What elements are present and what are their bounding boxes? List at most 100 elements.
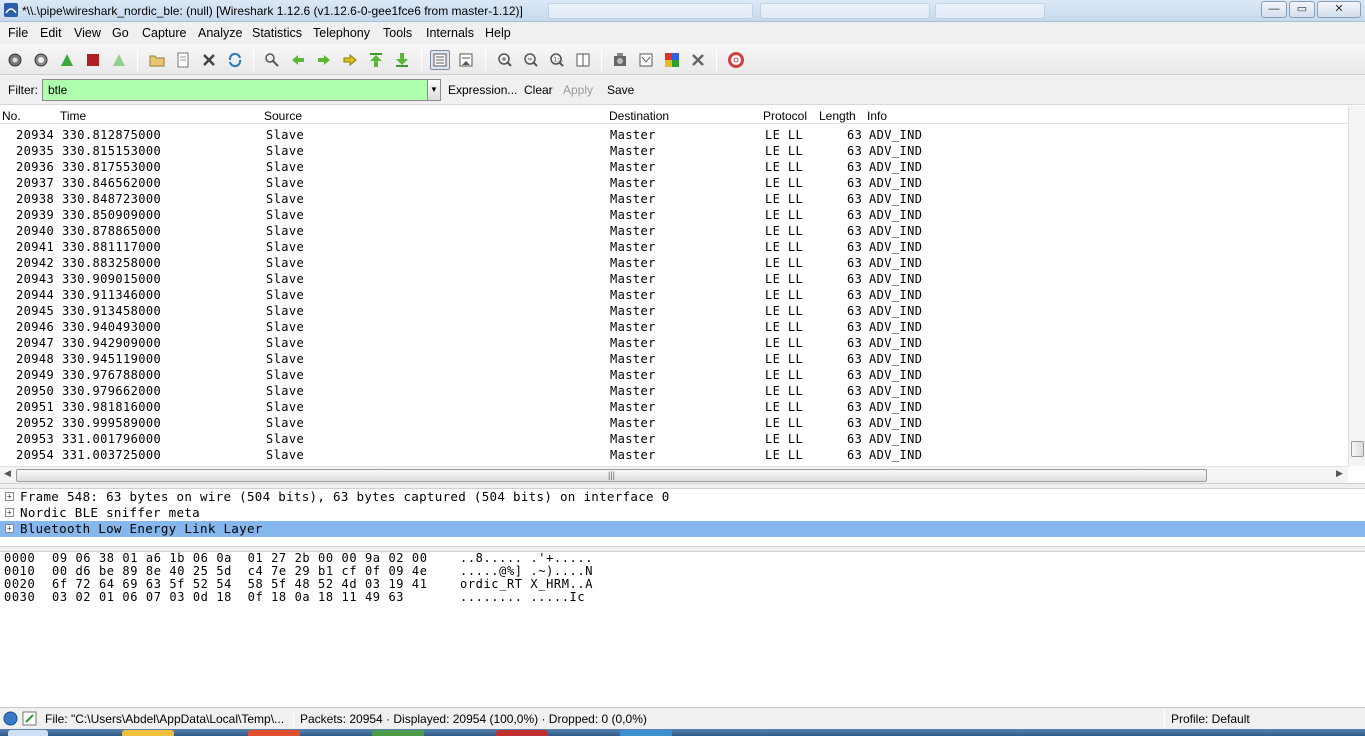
resize-columns-icon[interactable] [573, 50, 593, 70]
packet-row[interactable]: 20954 331.003725000 Slave Master LE LL 63 ADV_… [0, 447, 1348, 463]
display-filters-icon[interactable] [636, 50, 656, 70]
packet-row[interactable]: 20944 330.911346000 Slave Master LE LL 63 ADV_… [0, 287, 1348, 303]
packet-row[interactable]: 20942 330.883258000 Slave Master LE LL 63 ADV_… [0, 255, 1348, 271]
expand-icon[interactable]: + [5, 524, 14, 533]
go-last-icon[interactable] [392, 50, 412, 70]
capture-comment-icon[interactable] [22, 711, 37, 729]
status-profile[interactable]: Profile: Default [1171, 712, 1250, 726]
filter-input[interactable]: btle [42, 79, 428, 101]
menu-statistics[interactable]: Statistics [252, 26, 302, 40]
scrollbar-thumb[interactable] [1351, 441, 1364, 457]
start-button[interactable] [8, 730, 48, 736]
menu-internals[interactable]: Internals [426, 26, 474, 40]
scrollbar-thumb[interactable]: ||| [16, 469, 1207, 482]
hex-bytes[interactable]: 03 02 01 06 07 03 0d 18 0f 18 0a 18 11 4… [52, 591, 404, 604]
save-filter-button[interactable]: Save [607, 83, 634, 97]
packet-row[interactable]: 20952 330.999589000 Slave Master LE LL 63 ADV_… [0, 415, 1348, 431]
taskbar-item[interactable] [248, 730, 300, 736]
packet-row[interactable]: 20946 330.940493000 Slave Master LE LL 63 ADV_… [0, 319, 1348, 335]
menu-view[interactable]: View [74, 26, 101, 40]
packet-row[interactable]: 20951 330.981816000 Slave Master LE LL 63 ADV_… [0, 399, 1348, 415]
packet-row[interactable]: 20945 330.913458000 Slave Master LE LL 63 ADV_… [0, 303, 1348, 319]
column-header-length[interactable]: Length [819, 109, 856, 123]
hex-offset[interactable]: 0030 [4, 591, 35, 604]
menu-go[interactable]: Go [112, 26, 129, 40]
packet-list-horizontal-scrollbar[interactable]: ◀ ||| ▶ [0, 466, 1348, 483]
column-header-info[interactable]: Info [867, 109, 887, 123]
detail-tree-item[interactable]: + Frame 548: 63 bytes on wire (504 bits),… [0, 489, 1365, 505]
detail-tree-item[interactable]: + Bluetooth Low Energy Link Layer [0, 521, 1365, 537]
zoom-normal-icon[interactable]: 1:1 [547, 50, 567, 70]
auto-scroll-icon[interactable] [456, 50, 476, 70]
expert-info-icon[interactable] [3, 711, 18, 729]
menu-file[interactable]: File [8, 26, 28, 40]
minimize-button[interactable]: — [1261, 1, 1287, 18]
menu-edit[interactable]: Edit [40, 26, 62, 40]
expand-icon[interactable]: + [5, 508, 14, 517]
scroll-left-icon[interactable]: ◀ [4, 468, 11, 479]
taskbar-item[interactable] [496, 730, 548, 736]
detail-tree-item[interactable]: + Nordic BLE sniffer meta [0, 505, 1365, 521]
reload-icon[interactable] [225, 50, 245, 70]
expression-button[interactable]: Expression... [448, 83, 517, 97]
packet-row[interactable]: 20941 330.881117000 Slave Master LE LL 63 ADV_… [0, 239, 1348, 255]
taskbar-item[interactable] [122, 730, 174, 736]
menu-telephony[interactable]: Telephony [313, 26, 370, 40]
scroll-right-icon[interactable]: ▶ [1336, 468, 1343, 479]
column-header-source[interactable]: Source [264, 109, 302, 123]
hex-ascii[interactable]: ........ .....Ic [460, 591, 585, 604]
column-header-protocol[interactable]: Protocol [763, 109, 807, 123]
open-file-icon[interactable] [147, 50, 167, 70]
packet-row[interactable]: 20947 330.942909000 Slave Master LE LL 63 ADV_… [0, 335, 1348, 351]
zoom-out-icon[interactable] [521, 50, 541, 70]
close-button[interactable]: ✕ [1317, 1, 1361, 18]
start-capture-icon[interactable] [57, 50, 77, 70]
packet-row[interactable]: 20948 330.945119000 Slave Master LE LL 63 ADV_… [0, 351, 1348, 367]
stop-capture-icon[interactable] [83, 50, 103, 70]
capture-options-icon[interactable] [31, 50, 51, 70]
colorize-icon[interactable] [430, 50, 450, 70]
packet-row[interactable]: 20953 331.001796000 Slave Master LE LL 63 ADV_… [0, 431, 1348, 447]
column-header-time[interactable]: Time [60, 109, 86, 123]
maximize-button[interactable]: ▭ [1289, 1, 1315, 18]
packet-number: 20948 [16, 352, 55, 366]
capture-filters-icon[interactable] [610, 50, 630, 70]
go-to-packet-icon[interactable] [340, 50, 360, 70]
packet-row[interactable]: 20943 330.909015000 Slave Master LE LL 63 ADV_… [0, 271, 1348, 287]
go-forward-icon[interactable] [314, 50, 334, 70]
find-packet-icon[interactable] [262, 50, 282, 70]
menu-analyze[interactable]: Analyze [198, 26, 242, 40]
packet-list-vertical-scrollbar[interactable] [1348, 106, 1365, 466]
go-back-icon[interactable] [288, 50, 308, 70]
interface-list-icon[interactable] [5, 50, 25, 70]
filter-dropdown-button[interactable]: ▼ [427, 79, 441, 101]
zoom-in-icon[interactable] [495, 50, 515, 70]
packet-row[interactable]: 20950 330.979662000 Slave Master LE LL 63 ADV_… [0, 383, 1348, 399]
menu-capture[interactable]: Capture [142, 26, 186, 40]
packet-row[interactable]: 20935 330.815153000 Slave Master LE LL 63 ADV_… [0, 143, 1348, 159]
column-header-no[interactable]: No. [2, 109, 21, 123]
menu-help[interactable]: Help [485, 26, 511, 40]
restart-capture-icon[interactable] [109, 50, 129, 70]
packet-row[interactable]: 20934 330.812875000 Slave Master LE LL 63 ADV_… [0, 127, 1348, 143]
expand-icon[interactable]: + [5, 492, 14, 501]
packet-row[interactable]: 20937 330.846562000 Slave Master LE LL 63 ADV_… [0, 175, 1348, 191]
preferences-icon[interactable] [688, 50, 708, 70]
close-file-icon[interactable] [199, 50, 219, 70]
help-icon[interactable] [726, 50, 746, 70]
packet-number: 20946 [16, 320, 55, 334]
save-file-icon[interactable] [173, 50, 193, 70]
taskbar-item[interactable] [620, 730, 672, 736]
packet-row[interactable]: 20949 330.976788000 Slave Master LE LL 63 ADV_… [0, 367, 1348, 383]
menu-tools[interactable]: Tools [383, 26, 412, 40]
apply-button[interactable]: Apply [563, 83, 593, 97]
column-header-destination[interactable]: Destination [609, 109, 669, 123]
taskbar-item[interactable] [372, 730, 424, 736]
clear-button[interactable]: Clear [524, 83, 553, 97]
packet-row[interactable]: 20940 330.878865000 Slave Master LE LL 63 ADV_… [0, 223, 1348, 239]
coloring-rules-icon[interactable] [662, 50, 682, 70]
packet-row[interactable]: 20938 330.848723000 Slave Master LE LL 63 ADV_… [0, 191, 1348, 207]
go-first-icon[interactable] [366, 50, 386, 70]
packet-row[interactable]: 20939 330.850909000 Slave Master LE LL 63 ADV_… [0, 207, 1348, 223]
packet-row[interactable]: 20936 330.817553000 Slave Master LE LL 63 ADV_… [0, 159, 1348, 175]
